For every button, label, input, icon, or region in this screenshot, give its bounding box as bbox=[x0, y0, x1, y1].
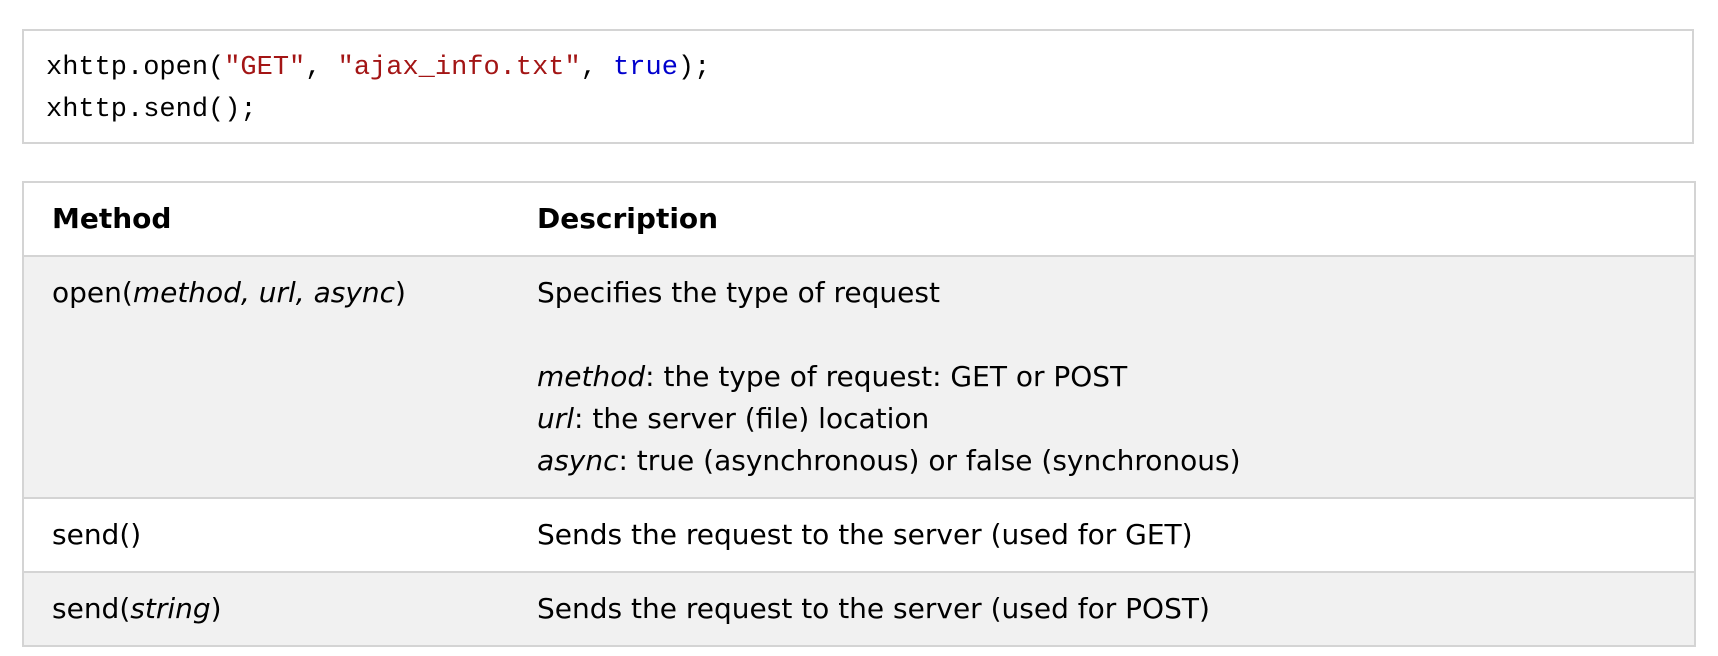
table-row: send() Sends the request to the server (… bbox=[23, 498, 1695, 573]
method-cell: send(string) bbox=[23, 572, 509, 646]
method-params: method, url, async bbox=[132, 276, 396, 309]
code-token: ); bbox=[677, 53, 711, 83]
method-close: ) bbox=[210, 592, 222, 625]
description-summary: Specifies the type of request bbox=[537, 276, 940, 309]
param-text: : true (asynchronous) or false (synchron… bbox=[618, 444, 1241, 477]
column-header-description: Description bbox=[509, 182, 1695, 257]
method-cell: open(method, url, async) bbox=[23, 256, 509, 499]
code-string-token: "GET" bbox=[224, 53, 306, 83]
code-example: xhttp.open("GET", "ajax_info.txt", true)… bbox=[22, 29, 1694, 144]
table-header-row: Method Description bbox=[23, 182, 1695, 257]
table-row: send(string) Sends the request to the se… bbox=[23, 572, 1695, 646]
description-cell: Sends the request to the server (used fo… bbox=[509, 572, 1695, 646]
method-reference-table: Method Description open(method, url, asy… bbox=[22, 181, 1696, 647]
code-string-token: "ajax_info.txt" bbox=[337, 53, 581, 83]
code-token: , bbox=[305, 53, 338, 83]
table-row: open(method, url, async) Specifies the t… bbox=[23, 256, 1695, 499]
code-token: , bbox=[580, 53, 614, 83]
code-line-open: xhttp.open("GET", "ajax_info.txt", true)… bbox=[46, 47, 1692, 89]
param-line: url: the server (file) location bbox=[537, 398, 1694, 440]
param-name: async bbox=[537, 444, 619, 477]
param-text: : the server (file) location bbox=[574, 402, 930, 435]
param-line: method: the type of request: GET or POST bbox=[537, 356, 1694, 398]
code-keyword-token: true bbox=[613, 53, 678, 83]
method-name: open( bbox=[52, 276, 133, 309]
description-cell: Specifies the type of request method: th… bbox=[509, 256, 1695, 499]
method-name: send( bbox=[52, 592, 131, 625]
param-name: url bbox=[537, 402, 575, 435]
code-line-send: xhttp.send(); bbox=[46, 95, 257, 125]
method-params: string bbox=[130, 592, 211, 625]
description-summary: Sends the request to the server (used fo… bbox=[537, 518, 1193, 551]
method-name: send() bbox=[52, 518, 142, 551]
description-summary: Sends the request to the server (used fo… bbox=[537, 592, 1210, 625]
description-cell: Sends the request to the server (used fo… bbox=[509, 498, 1695, 573]
method-close: ) bbox=[395, 276, 406, 309]
code-token: xhttp.open( bbox=[46, 53, 225, 83]
param-name: method bbox=[537, 360, 646, 393]
param-text: : the type of request: GET or POST bbox=[645, 360, 1128, 393]
param-line: async: true (asynchronous) or false (syn… bbox=[537, 440, 1694, 482]
method-cell: send() bbox=[23, 498, 509, 573]
column-header-method: Method bbox=[23, 182, 509, 257]
